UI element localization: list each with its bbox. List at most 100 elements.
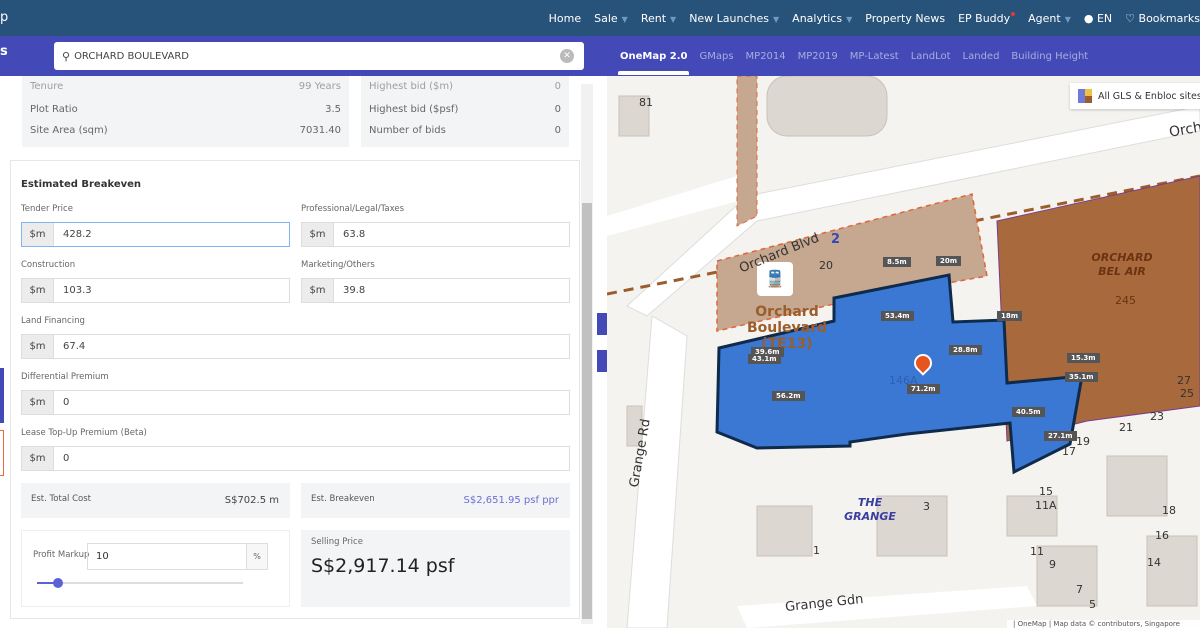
nav-property-news[interactable]: Property News — [865, 12, 945, 25]
measurement-label: 40.5m — [1012, 407, 1045, 417]
nav-rent[interactable]: Rent ▼ — [641, 12, 676, 25]
bookmarks-link[interactable]: ♡ Bookmarks — [1125, 12, 1200, 25]
tab-landed[interactable]: Landed — [963, 51, 1000, 62]
total-cost-value: S$702.5 m — [224, 495, 279, 506]
bookmarks-label: Bookmarks — [1138, 11, 1200, 25]
unit-prefix: $m — [22, 335, 54, 358]
measurement-label: 27.1m — [1044, 431, 1077, 441]
legend-button[interactable]: All GLS & Enbloc sites — [1070, 83, 1200, 109]
top-nav: p Home Sale ▼ Rent ▼ New Launches ▼ Analyti… — [0, 0, 1200, 36]
info-value: 3.5 — [325, 104, 341, 115]
panel-scrollbar[interactable] — [581, 84, 593, 624]
land-financing-input[interactable]: $m 67.4 — [21, 334, 570, 359]
profit-markup-input[interactable]: 10 % — [87, 543, 268, 570]
nav-home[interactable]: Home — [549, 12, 581, 25]
gls-strip — [736, 76, 758, 227]
lease-topup-input[interactable]: $m 0 — [21, 446, 570, 471]
tab-mp-latest[interactable]: MP-Latest — [850, 51, 899, 62]
info-label: Highest bid ($psf) — [369, 104, 459, 115]
nav-agent[interactable]: Agent ▼ — [1028, 12, 1071, 25]
map-number: 3 — [923, 500, 930, 513]
estimated-breakeven-section: Estimated Breakeven Tender Price $m 428.2… — [10, 160, 580, 619]
tender-price-input[interactable]: $m 428.2 — [21, 222, 290, 247]
map-number: 5 — [1089, 598, 1096, 611]
info-value: 99 Years — [298, 81, 341, 92]
scrollbar-thumb[interactable] — [582, 203, 592, 619]
nav-new-launches[interactable]: New Launches ▼ — [689, 12, 779, 25]
tab-gmaps[interactable]: GMaps — [699, 51, 733, 62]
selling-price-value: S$2,917.14 psf — [311, 555, 455, 577]
total-cost-label: Est. Total Cost — [31, 494, 91, 504]
professional-input[interactable]: $m 63.8 — [301, 222, 570, 247]
marketing-label: Marketing/Others — [301, 260, 375, 270]
input-value: 103.3 — [63, 285, 92, 296]
measurement-label: 20m — [936, 256, 962, 266]
caret-down-icon: ▼ — [773, 14, 780, 24]
side-tab[interactable] — [0, 430, 4, 476]
measurement-label: 53.4m — [881, 311, 914, 321]
input-value: 428.2 — [63, 229, 92, 240]
nav-ep-buddy[interactable]: EP Buddy — [958, 11, 1016, 25]
map-number: 81 — [639, 96, 653, 109]
attribution-text: | OneMap | Map data © contributors, Sing… — [1013, 620, 1180, 628]
nav-analytics[interactable]: Analytics ▼ — [792, 12, 852, 25]
profit-markup-slider[interactable] — [37, 578, 243, 588]
selling-price-card: Selling Price S$2,917.14 psf — [301, 530, 570, 607]
unit-prefix: $m — [302, 223, 334, 246]
differential-premium-input[interactable]: $m 0 — [21, 390, 570, 415]
profit-markup-card: Profit Markup 10 % — [21, 530, 290, 607]
selling-price-label: Selling Price — [311, 537, 363, 547]
info-label: Tenure — [30, 81, 64, 92]
map-number: 14 — [1147, 556, 1161, 569]
sub-bar-label: s — [0, 44, 8, 59]
site-info-card: Tenure 99 Years Plot Ratio 3.5 Site Area (… — [22, 76, 349, 147]
tab-building-height[interactable]: Building Height — [1011, 51, 1088, 62]
side-tab[interactable] — [0, 368, 4, 423]
map-view[interactable]: 81 20 2 🚆 Orchard Boulevard (TE13) Orcha… — [607, 76, 1200, 628]
input-value: 39.8 — [343, 285, 366, 296]
caret-down-icon: ▼ — [1064, 14, 1071, 24]
tab-landlot[interactable]: LandLot — [911, 51, 951, 62]
info-value: 7031.40 — [299, 125, 341, 136]
nav-label: Agent — [1028, 11, 1061, 25]
language-selector[interactable]: ● EN — [1084, 12, 1112, 25]
map-number: 18 — [1162, 504, 1176, 517]
differential-premium-label: Differential Premium — [21, 372, 109, 382]
unit-prefix: $m — [22, 447, 54, 470]
unit-prefix: $m — [22, 279, 54, 302]
section-title: Estimated Breakeven — [21, 179, 142, 190]
tab-onemap[interactable]: OneMap 2.0 — [617, 51, 690, 75]
caret-down-icon: ▼ — [670, 14, 677, 24]
clear-icon[interactable]: ✕ — [560, 49, 574, 63]
marketing-input[interactable]: $m 39.8 — [301, 278, 570, 303]
land-financing-label: Land Financing — [21, 316, 85, 326]
input-value: 10 — [96, 551, 109, 562]
measurement-label: 43.1m — [748, 354, 781, 364]
info-label: Plot Ratio — [30, 104, 78, 115]
lease-topup-label: Lease Top-Up Premium (Beta) — [21, 428, 147, 438]
mrt-exit-number: 2 — [831, 232, 841, 247]
tab-mp2019[interactable]: MP2019 — [798, 51, 838, 62]
search-input[interactable]: ⚲ ORCHARD BOULEVARD ✕ — [54, 42, 584, 70]
tab-mp2014[interactable]: MP2014 — [746, 51, 786, 62]
place-label: THE GRANGE — [844, 496, 896, 523]
breakeven-label: Est. Breakeven — [311, 494, 375, 504]
nav-sale[interactable]: Sale ▼ — [594, 12, 628, 25]
map-number: 1 — [813, 544, 820, 557]
construction-input[interactable]: $m 103.3 — [21, 278, 290, 303]
grange-gdn-road — [737, 586, 1037, 628]
info-label: Site Area (sqm) — [30, 125, 108, 136]
nav-label: Analytics — [792, 11, 843, 25]
caret-down-icon: ▼ — [846, 14, 853, 24]
mrt-station-label: Orchard Boulevard (TE13) — [746, 304, 828, 352]
map-number: 245 — [1115, 294, 1136, 307]
map-number: 16 — [1155, 529, 1169, 542]
map-number: 25 — [1180, 387, 1194, 400]
place-label: ORCHARD BEL AIR — [1091, 251, 1153, 278]
logo[interactable]: p — [0, 10, 8, 25]
slider-handle[interactable] — [52, 578, 63, 588]
tender-price-label: Tender Price — [21, 204, 73, 214]
info-value: 0 — [554, 125, 561, 136]
measurement-label: 15.3m — [1067, 353, 1100, 363]
measurement-label: 56.2m — [772, 391, 805, 401]
